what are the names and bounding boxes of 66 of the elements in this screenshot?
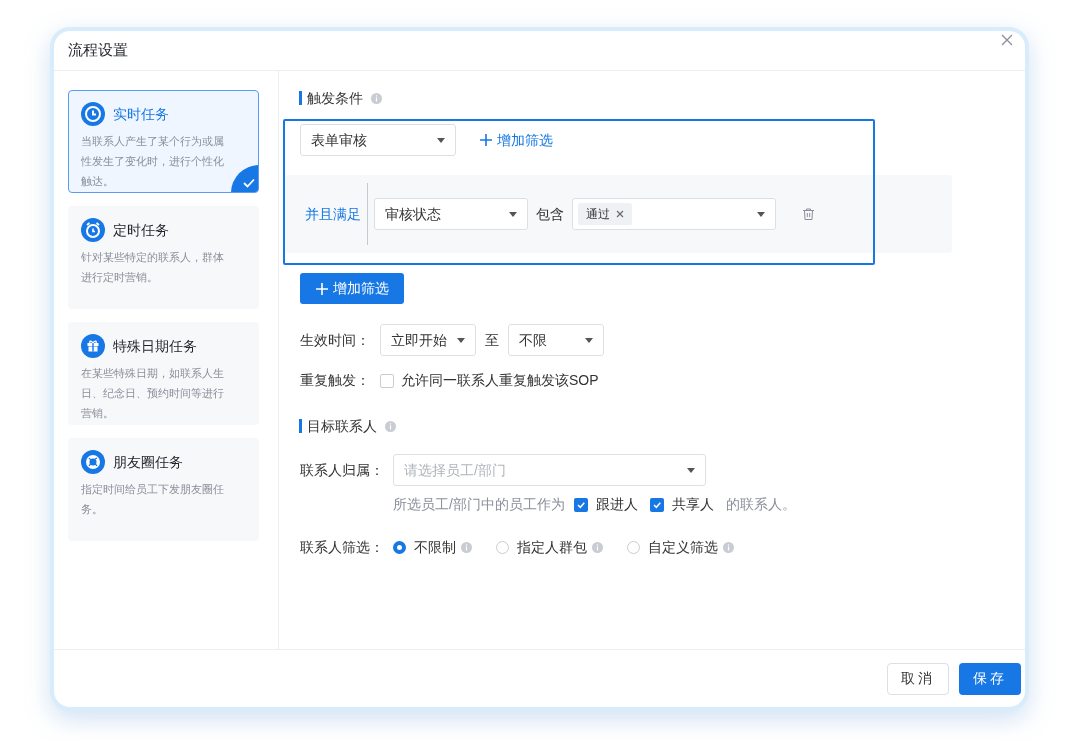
remove-icon[interactable] <box>616 210 624 218</box>
caret-icon <box>457 337 465 343</box>
radio-button[interactable] <box>627 541 640 554</box>
field-label: 重复触发： <box>300 371 371 390</box>
field-select[interactable]: 审核状态 <box>374 198 528 230</box>
task-type-description: 针对某些特定的联系人，群体进行定时营销。 <box>81 250 225 285</box>
task-type-description: 指定时间给员工下发朋友圈任务。 <box>81 482 225 517</box>
caret-icon <box>509 211 517 217</box>
value-tag: 通过 <box>578 203 632 225</box>
radio-button[interactable] <box>393 541 406 554</box>
caret-icon <box>757 211 765 217</box>
caret-icon <box>687 467 695 473</box>
task-type-description: 当联系人产生了某个行为或属性发生了变化时，进行个性化触达。 <box>81 134 225 189</box>
alarm-clock-icon <box>81 218 105 242</box>
logic-link[interactable]: 并且满足 <box>305 203 361 225</box>
caret-icon <box>585 337 593 343</box>
close-icon[interactable] <box>1001 33 1013 46</box>
info-icon <box>385 420 396 432</box>
gift-icon <box>81 334 105 358</box>
checkbox[interactable] <box>380 373 394 388</box>
task-type-title: 特殊日期任务 <box>113 336 197 356</box>
checkbox-label: 跟进人 <box>595 495 638 514</box>
end-time-select[interactable]: 不限 <box>508 324 604 356</box>
task-type-card[interactable]: 定时任务 针对某些特定的联系人，群体进行定时营销。 <box>68 206 259 309</box>
start-time-select[interactable]: 立即开始 <box>380 324 476 356</box>
info-icon <box>461 542 472 553</box>
info-icon <box>592 542 603 553</box>
info-icon <box>371 92 382 104</box>
plus-icon <box>480 134 492 146</box>
checkbox-label: 允许同一联系人重复触发该SOP <box>401 371 599 390</box>
helper-text: 的联系人。 <box>725 495 796 514</box>
task-type-card[interactable]: 实时任务 当联系人产生了某个行为或属性发生了变化时，进行个性化触达。 <box>68 90 259 193</box>
section-title: 目标联系人 <box>299 419 377 433</box>
value-select[interactable]: 通过 <box>572 198 776 230</box>
caret-icon <box>437 137 445 143</box>
clock-icon <box>81 102 105 126</box>
checkbox-label: 共享人 <box>671 495 714 514</box>
task-type-card[interactable]: 特殊日期任务 在某些特殊日期，如联系人生日、纪念日、预约时间等进行营销。 <box>68 322 259 425</box>
operator-label: 包含 <box>536 204 564 224</box>
radio-label: 不限制 <box>414 538 456 557</box>
delete-icon[interactable] <box>803 208 814 220</box>
field-label: 联系人归属： <box>300 460 385 480</box>
info-icon <box>723 542 734 553</box>
task-type-description: 在某些特殊日期，如联系人生日、纪念日、预约时间等进行营销。 <box>81 366 225 421</box>
aperture-icon <box>81 450 105 474</box>
field-label: 联系人筛选： <box>300 538 385 557</box>
task-type-title: 定时任务 <box>113 220 169 240</box>
plus-icon <box>315 282 328 295</box>
task-type-title: 实时任务 <box>113 104 169 124</box>
checkbox[interactable] <box>573 497 588 512</box>
dialog-title: 流程设置 <box>68 40 128 61</box>
separator-label: 至 <box>485 330 499 350</box>
add-filter-link[interactable]: 增加筛选 <box>480 129 553 151</box>
checkbox[interactable] <box>649 497 664 512</box>
field-label: 生效时间： <box>300 330 371 350</box>
section-title: 触发条件 <box>299 91 363 105</box>
radio-button[interactable] <box>496 541 509 554</box>
add-filter-button[interactable]: 增加筛选 <box>300 273 404 304</box>
task-type-title: 朋友圈任务 <box>113 452 183 472</box>
event-select[interactable]: 表单审核 <box>300 124 456 156</box>
task-type-card[interactable]: 朋友圈任务 指定时间给员工下发朋友圈任务。 <box>68 438 259 541</box>
radio-label: 自定义筛选 <box>648 538 718 557</box>
save-button[interactable]: 保存 <box>959 662 1021 695</box>
cancel-button[interactable]: 取消 <box>887 662 949 695</box>
helper-text: 所选员工/部门中的员工作为 <box>393 495 565 514</box>
radio-label: 指定人群包 <box>517 538 587 557</box>
